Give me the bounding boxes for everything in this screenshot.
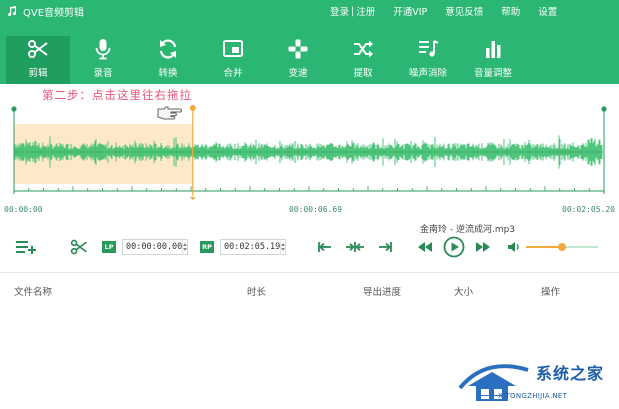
tab-speed-label: 变速: [288, 68, 308, 79]
volume-bars-icon: [486, 41, 501, 58]
column-actions[interactable]: 操作: [541, 284, 560, 298]
waveform-canvas[interactable]: [0, 84, 619, 216]
playhead-handle-top[interactable]: [189, 105, 196, 111]
add-list-icon: [16, 241, 36, 254]
top-bar: QVE音频剪辑 登录 | 注册 开通VIP 意见反馈 帮助 设置 剪辑 录音 转…: [0, 0, 619, 84]
pointing-hand-icon: [157, 106, 182, 120]
tab-cut[interactable]: 剪辑: [6, 36, 70, 84]
volume-slider-fill: [526, 246, 562, 248]
tab-record-label: 录音: [93, 68, 113, 79]
merge-icon: [223, 40, 243, 57]
list-divider: [0, 272, 619, 273]
tab-convert-label: 转换: [158, 68, 178, 79]
time-mid-label: 00:00:06.69: [289, 205, 342, 214]
site-watermark: 系统之家 XITONGZHIJIA.NET: [458, 356, 618, 406]
tab-volume[interactable]: 音量调整: [461, 36, 525, 84]
left-boundary-handle[interactable]: [11, 106, 17, 112]
scissors-icon: [70, 239, 87, 255]
time-start-label: 00:00:00: [4, 205, 43, 214]
watermark-text: 系统之家: [536, 364, 605, 383]
column-file-name[interactable]: 文件名称: [14, 284, 52, 298]
play-icon: [443, 236, 465, 258]
tab-cut-label: 剪辑: [28, 68, 48, 79]
microphone-icon: [95, 39, 111, 60]
tab-speed[interactable]: 变速: [266, 36, 330, 84]
time-end-label: 00:02:05.20: [562, 205, 615, 214]
jump-start-icon: [318, 242, 331, 252]
menu-separator: |: [351, 5, 355, 17]
volume-slider[interactable]: [526, 243, 598, 251]
play-button[interactable]: [442, 236, 466, 258]
right-boundary-handle[interactable]: [601, 106, 607, 112]
rp-badge[interactable]: RP: [200, 241, 214, 253]
start-time-stepper[interactable]: [182, 240, 188, 254]
column-export-progress[interactable]: 导出进度: [363, 284, 401, 298]
tab-volume-label: 音量调整: [473, 68, 512, 79]
gamepad-icon: [288, 39, 308, 59]
jump-start-button[interactable]: [316, 236, 334, 258]
jump-end-button[interactable]: [376, 236, 394, 258]
music-list-icon: [419, 40, 439, 57]
file-list-header: 文件名称 时长 导出进度 大小 操作: [0, 282, 619, 300]
jump-middle-button[interactable]: [344, 236, 366, 258]
timeline-ticks: [13, 186, 605, 191]
end-time-value: 00:02:05.19: [224, 242, 281, 252]
fast-forward-icon: [476, 242, 490, 252]
start-time-input[interactable]: 00:00:00.00: [122, 239, 188, 255]
tab-denoise-label: 噪声消除: [408, 68, 447, 79]
watermark-url: XITONGZHIJIA.NET: [498, 392, 568, 400]
tab-convert[interactable]: 转换: [136, 36, 200, 84]
jump-middle-icon: [346, 242, 364, 252]
register-link[interactable]: 注册: [356, 4, 375, 18]
rewind-button[interactable]: [416, 236, 434, 258]
lp-badge[interactable]: LP: [102, 241, 116, 253]
tab-merge-label: 合并: [223, 68, 243, 79]
cut-button[interactable]: [68, 236, 90, 258]
settings-link[interactable]: 设置: [538, 4, 557, 18]
app-title: QVE音频剪辑: [23, 7, 85, 19]
tab-extract[interactable]: 提取: [331, 36, 395, 84]
top-menu: 登录 | 注册 开通VIP 意见反馈 帮助 设置: [330, 3, 557, 19]
end-time-input[interactable]: 00:02:05.19: [220, 239, 286, 255]
tab-extract-label: 提取: [353, 68, 373, 79]
app-title-area: QVE音频剪辑: [6, 3, 84, 19]
volume-slider-knob[interactable]: [558, 243, 566, 251]
main-toolbar: 剪辑 录音 转换 合并 变速 提取 噪声消除 音量调整: [0, 36, 619, 84]
tab-record[interactable]: 录音: [71, 36, 135, 84]
login-link[interactable]: 登录: [330, 4, 349, 18]
feedback-link[interactable]: 意见反馈: [445, 4, 483, 18]
start-time-value: 00:00:00.00: [126, 242, 183, 252]
player-controls: LP 00:00:00.00 RP 00:02:05.19: [0, 232, 619, 264]
help-link[interactable]: 帮助: [501, 4, 520, 18]
waveform-area[interactable]: 第二步：点击这里往右拖拉: [0, 84, 619, 216]
jump-end-icon: [379, 242, 392, 252]
fast-forward-button[interactable]: [474, 236, 492, 258]
scissors-icon: [28, 40, 48, 58]
end-time-stepper[interactable]: [280, 240, 286, 254]
column-duration[interactable]: 时长: [247, 284, 266, 298]
column-size[interactable]: 大小: [454, 284, 473, 298]
volume-button[interactable]: [506, 236, 522, 258]
music-note-icon: [8, 6, 17, 17]
tab-merge[interactable]: 合并: [201, 36, 265, 84]
rewind-icon: [418, 242, 432, 252]
shuffle-icon: [354, 40, 373, 58]
drag-hint: 第二步：点击这里往右拖拉: [42, 88, 192, 102]
speaker-icon: [508, 242, 519, 252]
convert-icon: [159, 39, 177, 59]
add-file-button[interactable]: [14, 236, 38, 258]
playhead-handle-bottom[interactable]: [189, 197, 196, 200]
vip-link[interactable]: 开通VIP: [393, 4, 427, 18]
tab-denoise[interactable]: 噪声消除: [396, 36, 460, 84]
